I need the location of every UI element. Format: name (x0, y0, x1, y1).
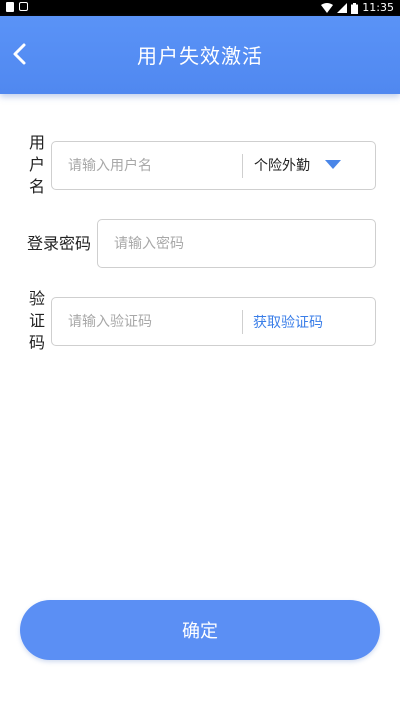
notification-icon (6, 2, 14, 12)
username-divider (242, 154, 243, 178)
app-notification-icon (19, 2, 28, 11)
get-code-button[interactable]: 获取验证码 (253, 312, 323, 332)
captcha-label: 验证码 (28, 289, 45, 352)
user-type-value: 个险外勤 (254, 158, 310, 174)
username-field-container: 个险外勤 (51, 141, 376, 190)
password-input[interactable] (114, 220, 364, 267)
user-type-select[interactable]: 个险外勤 (244, 142, 376, 189)
dropdown-triangle-icon (325, 160, 341, 169)
password-field-container (97, 219, 376, 268)
username-label: 用户名 (28, 133, 45, 196)
captcha-input[interactable] (68, 298, 238, 345)
username-input[interactable] (68, 142, 238, 189)
app-header: 用户失效激活 (0, 16, 400, 94)
status-bar: 11:35 (0, 0, 400, 16)
captcha-field-container: 获取验证码 (51, 297, 376, 346)
confirm-button[interactable]: 确定 (20, 600, 380, 660)
battery-icon (351, 2, 359, 14)
clock: 11:35 (362, 1, 394, 14)
password-label: 登录密码 (27, 234, 92, 253)
captcha-divider (242, 310, 243, 334)
page-title: 用户失效激活 (137, 44, 263, 68)
wifi-icon (321, 3, 334, 13)
signal-icon (337, 3, 348, 13)
